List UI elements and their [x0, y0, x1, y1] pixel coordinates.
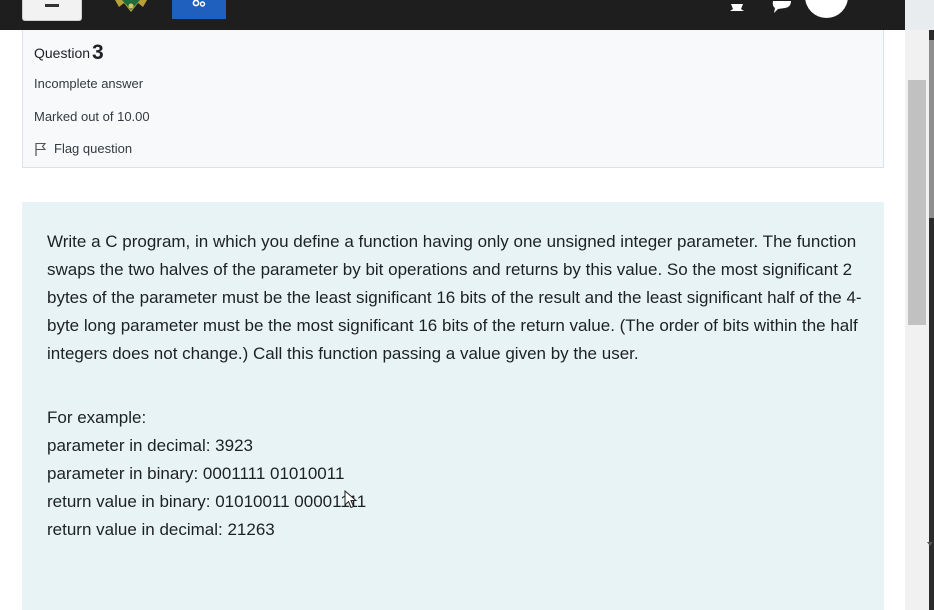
menu-toggle-button[interactable]: [22, 0, 82, 21]
example-line: For example:: [47, 408, 147, 427]
window-scroll-indicator: [929, 40, 934, 218]
avatar[interactable]: [805, 0, 848, 18]
scroll-down-arrow-icon[interactable]: [927, 542, 933, 546]
example-line: return value in decimal: 21263: [47, 520, 275, 539]
mouse-cursor-icon: [344, 490, 358, 509]
question-state: Incomplete answer: [34, 76, 144, 91]
page-scrollbar[interactable]: [905, 30, 934, 610]
messages-button[interactable]: [771, 0, 793, 18]
flag-question-label: Flag question: [54, 141, 133, 156]
notifications-button[interactable]: [728, 0, 746, 18]
question-description: Write a C program, in which you define a…: [47, 232, 862, 363]
example-line: parameter in binary: 0001111 01010011: [47, 464, 345, 483]
hamburger-icon: [45, 4, 59, 7]
page-content: Question3 Incomplete answer Marked out o…: [0, 30, 905, 610]
question-number-value: 3: [92, 41, 104, 64]
chat-icon: [772, 1, 791, 13]
question-text-box: Write a C program, in which you define a…: [22, 202, 884, 610]
example-block: For example: parameter in decimal: 3923 …: [47, 404, 366, 544]
site-logo-icon[interactable]: [110, 0, 152, 18]
example-line: parameter in decimal: 3923: [47, 436, 254, 455]
bell-icon: [730, 4, 744, 11]
question-number: Question3: [34, 41, 104, 65]
scrollbar-thumb[interactable]: [908, 80, 926, 325]
flag-icon: [35, 142, 47, 156]
question-grade: Marked out of 10.00: [34, 109, 150, 124]
top-navbar: [0, 0, 905, 30]
example-line: return value in binary: 01010011 0000111…: [47, 492, 367, 511]
settings-button[interactable]: [172, 0, 226, 19]
question-label: Question: [34, 45, 91, 61]
question-info-panel: Question3 Incomplete answer Marked out o…: [22, 30, 884, 168]
gear-icon: [192, 0, 206, 7]
